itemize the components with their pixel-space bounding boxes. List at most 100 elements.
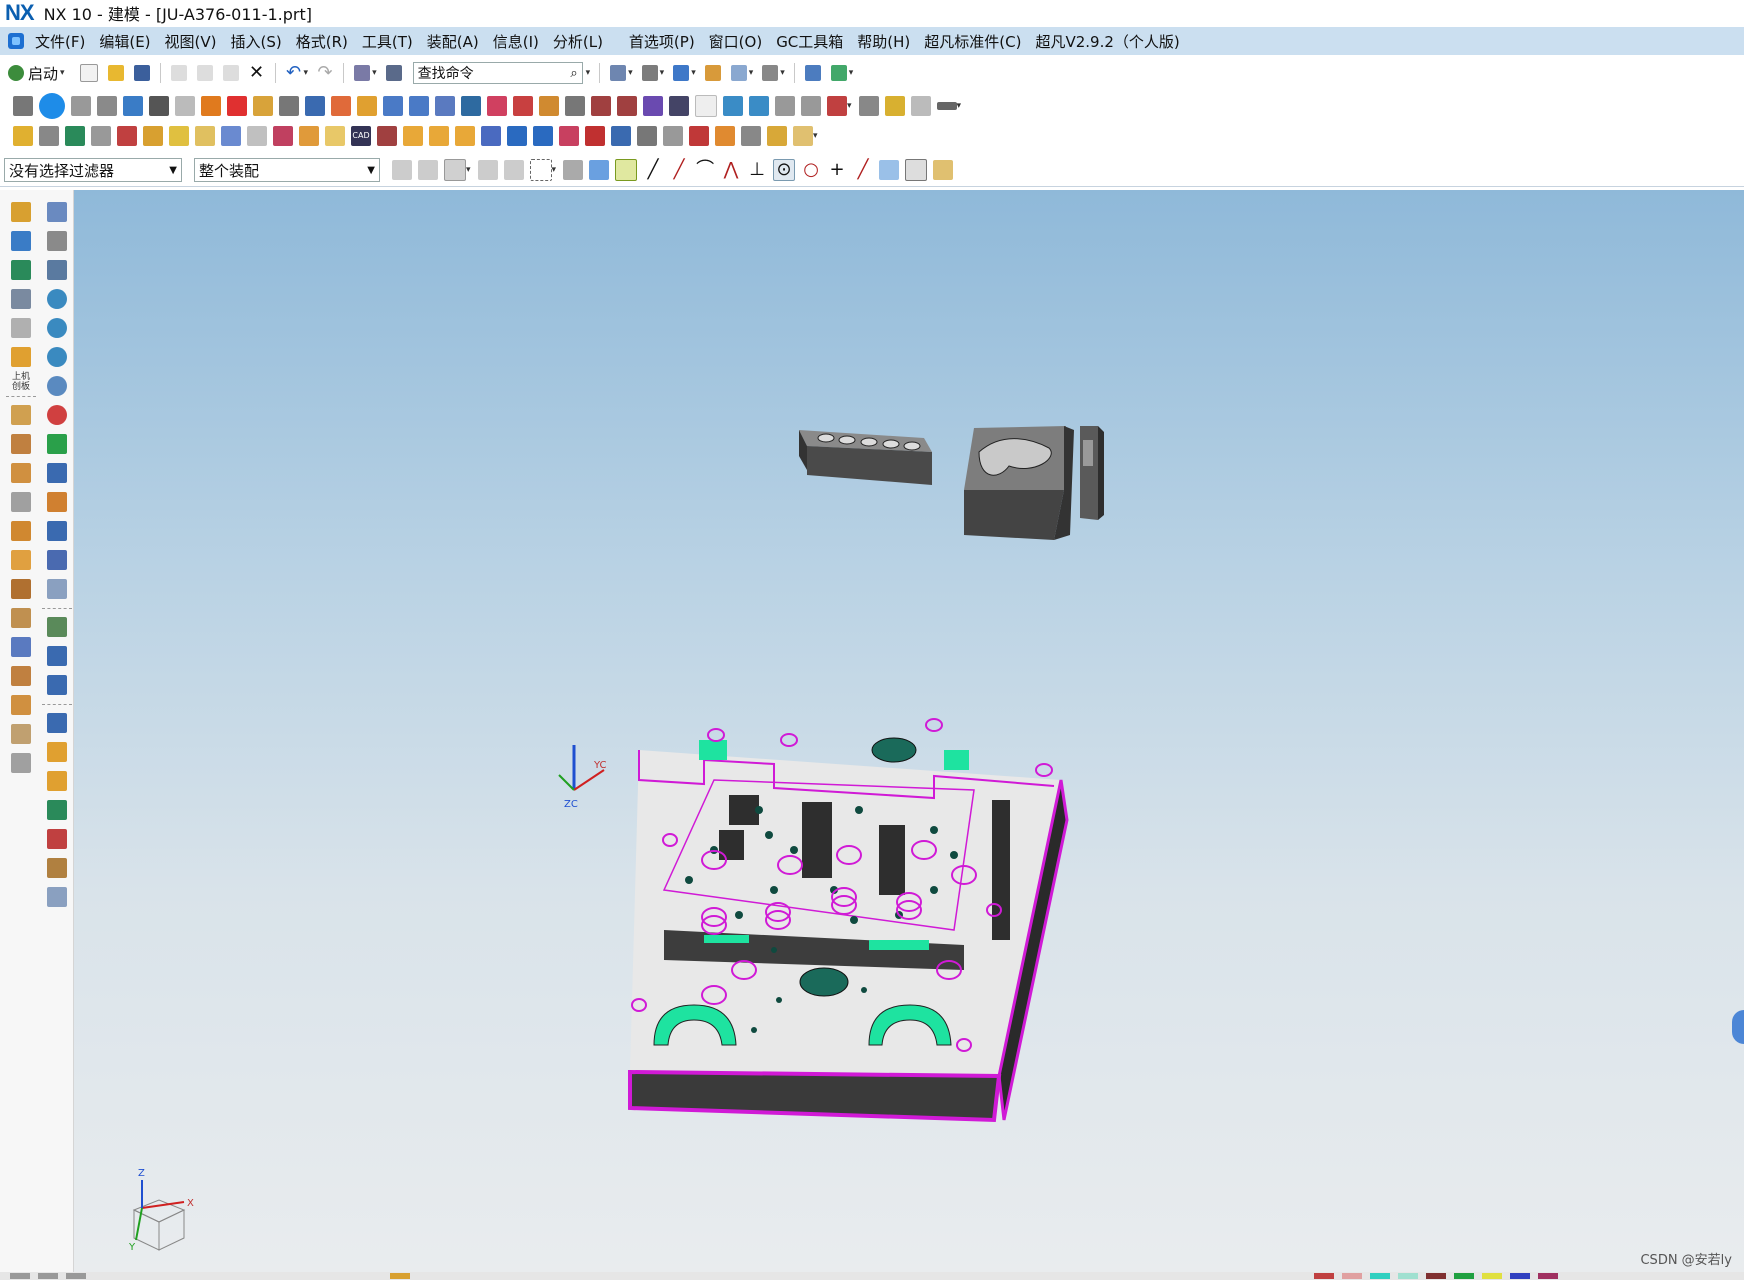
shell-icon[interactable] — [357, 96, 377, 116]
mold-base-icon[interactable] — [65, 126, 85, 146]
measure-angle-icon[interactable] — [801, 96, 821, 116]
cad-icon[interactable]: CAD — [351, 126, 371, 146]
thicken-icon[interactable] — [409, 96, 429, 116]
undo-icon[interactable]: ↶ — [286, 64, 302, 82]
boolean-icon[interactable] — [149, 96, 169, 116]
swap-arrows-icon[interactable] — [47, 800, 67, 820]
save-icon[interactable] — [133, 65, 150, 81]
snap-endpoint-icon[interactable]: ╱ — [643, 160, 663, 180]
select-solid-icon[interactable] — [589, 160, 610, 180]
unlock-icon[interactable] — [47, 463, 67, 483]
select-all-icon[interactable] — [444, 159, 466, 181]
layer-icon[interactable] — [11, 202, 31, 222]
snap-curve-icon[interactable]: ⌒ — [695, 160, 715, 180]
menu-assembly[interactable]: 装配(A) — [420, 31, 486, 52]
snap-midpoint-icon[interactable]: ╱ — [669, 160, 689, 180]
stack-icon[interactable] — [47, 858, 67, 878]
flow-icon[interactable] — [47, 829, 67, 849]
extrude-icon[interactable] — [71, 96, 91, 116]
mirror-icon[interactable] — [461, 96, 481, 116]
snap-existing-point-icon[interactable]: + — [827, 160, 847, 180]
standard-part-icon[interactable] — [143, 126, 163, 146]
gear-assembly-icon[interactable] — [39, 126, 59, 146]
split-body-icon[interactable] — [513, 96, 533, 116]
document-list-icon[interactable] — [47, 260, 67, 280]
chevrons-icon[interactable] — [47, 771, 67, 791]
simple-interference-icon[interactable] — [827, 96, 847, 116]
general-selection-icon[interactable] — [392, 160, 412, 180]
measure-distance-icon[interactable] — [775, 96, 795, 116]
datum-axis-icon[interactable] — [669, 96, 689, 116]
delete-face-icon[interactable] — [749, 96, 769, 116]
select-curve-icon[interactable] — [477, 160, 498, 180]
open-folder-icon[interactable] — [107, 65, 124, 81]
tools-remove-icon[interactable] — [117, 126, 137, 146]
view-dialog-icon[interactable] — [47, 202, 67, 222]
snap-point-on-curve-icon[interactable]: ╱ — [853, 160, 873, 180]
annotation-abc-icon[interactable] — [403, 126, 423, 146]
menu-help[interactable]: 帮助(H) — [850, 31, 917, 52]
floating-logo-icon[interactable] — [39, 93, 65, 119]
text-f-icon[interactable] — [47, 646, 67, 666]
drawing-icon[interactable] — [741, 126, 761, 146]
part-box-7-icon[interactable] — [11, 579, 31, 599]
revolve-icon[interactable] — [97, 96, 117, 116]
fit-view-icon[interactable] — [610, 65, 627, 81]
draft-icon[interactable] — [279, 96, 299, 116]
new-file-icon[interactable] — [79, 64, 98, 82]
menu-chaofan-version[interactable]: 超凡V2.9.2（个人版) — [1028, 31, 1186, 52]
text-l-icon[interactable] — [47, 675, 67, 695]
hole-icon[interactable] — [123, 96, 143, 116]
document-icon[interactable] — [47, 231, 67, 251]
grid-snap-icon[interactable] — [905, 159, 928, 181]
render-style-icon[interactable] — [641, 65, 658, 81]
menu-chaofan-standard-parts[interactable]: 超凡标准件(C) — [917, 31, 1028, 52]
snap-perpendicular-icon[interactable]: ⊥ — [747, 160, 767, 180]
menu-gc-toolbox[interactable]: GC工具箱 — [769, 31, 850, 52]
line-icon[interactable] — [565, 96, 585, 116]
lock-icon[interactable] — [47, 434, 67, 454]
layer-view-icon[interactable] — [11, 318, 31, 338]
frame-icon[interactable] — [47, 742, 67, 762]
ejector-pin-icon[interactable] — [169, 126, 189, 146]
snap-arc-center-icon[interactable]: ⊙ — [773, 159, 796, 181]
block-icon[interactable] — [175, 96, 195, 116]
palette-icon[interactable] — [47, 376, 67, 396]
grid-icon[interactable] — [695, 95, 717, 117]
redo-icon[interactable]: ↷ — [317, 64, 333, 82]
offset-face-icon[interactable] — [383, 96, 403, 116]
runner-icon[interactable] — [247, 126, 267, 146]
export-drawing-icon[interactable] — [793, 126, 813, 146]
menu-view[interactable]: 视图(V) — [158, 31, 224, 52]
settings-gear-icon[interactable] — [47, 289, 67, 309]
table-view-icon[interactable] — [47, 579, 67, 599]
table-icon[interactable] — [611, 126, 631, 146]
history-icon[interactable] — [47, 318, 67, 338]
snap-point-toggle-icon[interactable] — [615, 159, 638, 181]
zoom-tool-icon[interactable] — [91, 126, 111, 146]
command-finder-input[interactable]: 查找命令 ⌕ — [412, 62, 583, 84]
cooling-icon[interactable] — [299, 126, 319, 146]
menu-file[interactable]: 文件(F) — [28, 31, 92, 52]
graphics-window[interactable]: ZC YC X Y Z CSDN @安若ly — [74, 190, 1744, 1272]
web-browser-icon[interactable] — [47, 347, 67, 367]
assembly-navigator-icon[interactable] — [933, 160, 954, 180]
display-icon[interactable] — [47, 521, 67, 541]
rectangle-select-icon[interactable] — [529, 159, 552, 181]
electrode-icon[interactable] — [325, 126, 345, 146]
snap-intersection-icon[interactable]: ⋀ — [721, 160, 741, 180]
snap-quadrant-icon[interactable]: ○ — [801, 160, 821, 180]
layer-settings-icon[interactable] — [704, 65, 721, 81]
layer-copy-icon[interactable] — [11, 260, 31, 280]
menu-preferences[interactable]: 首选项(P) — [622, 31, 702, 52]
start-button[interactable]: 启动 ▾ — [8, 63, 69, 84]
part-box-10-icon[interactable] — [11, 666, 31, 686]
part-box-9-icon[interactable] — [11, 637, 31, 657]
part-info-icon[interactable] — [663, 126, 683, 146]
view-section-icon[interactable] — [730, 65, 747, 81]
arc-icon[interactable] — [591, 96, 611, 116]
part-box-11-icon[interactable] — [11, 695, 31, 715]
menu-edit[interactable]: 编辑(E) — [92, 31, 157, 52]
part-box-8-icon[interactable] — [11, 608, 31, 628]
report-icon[interactable] — [47, 887, 67, 907]
